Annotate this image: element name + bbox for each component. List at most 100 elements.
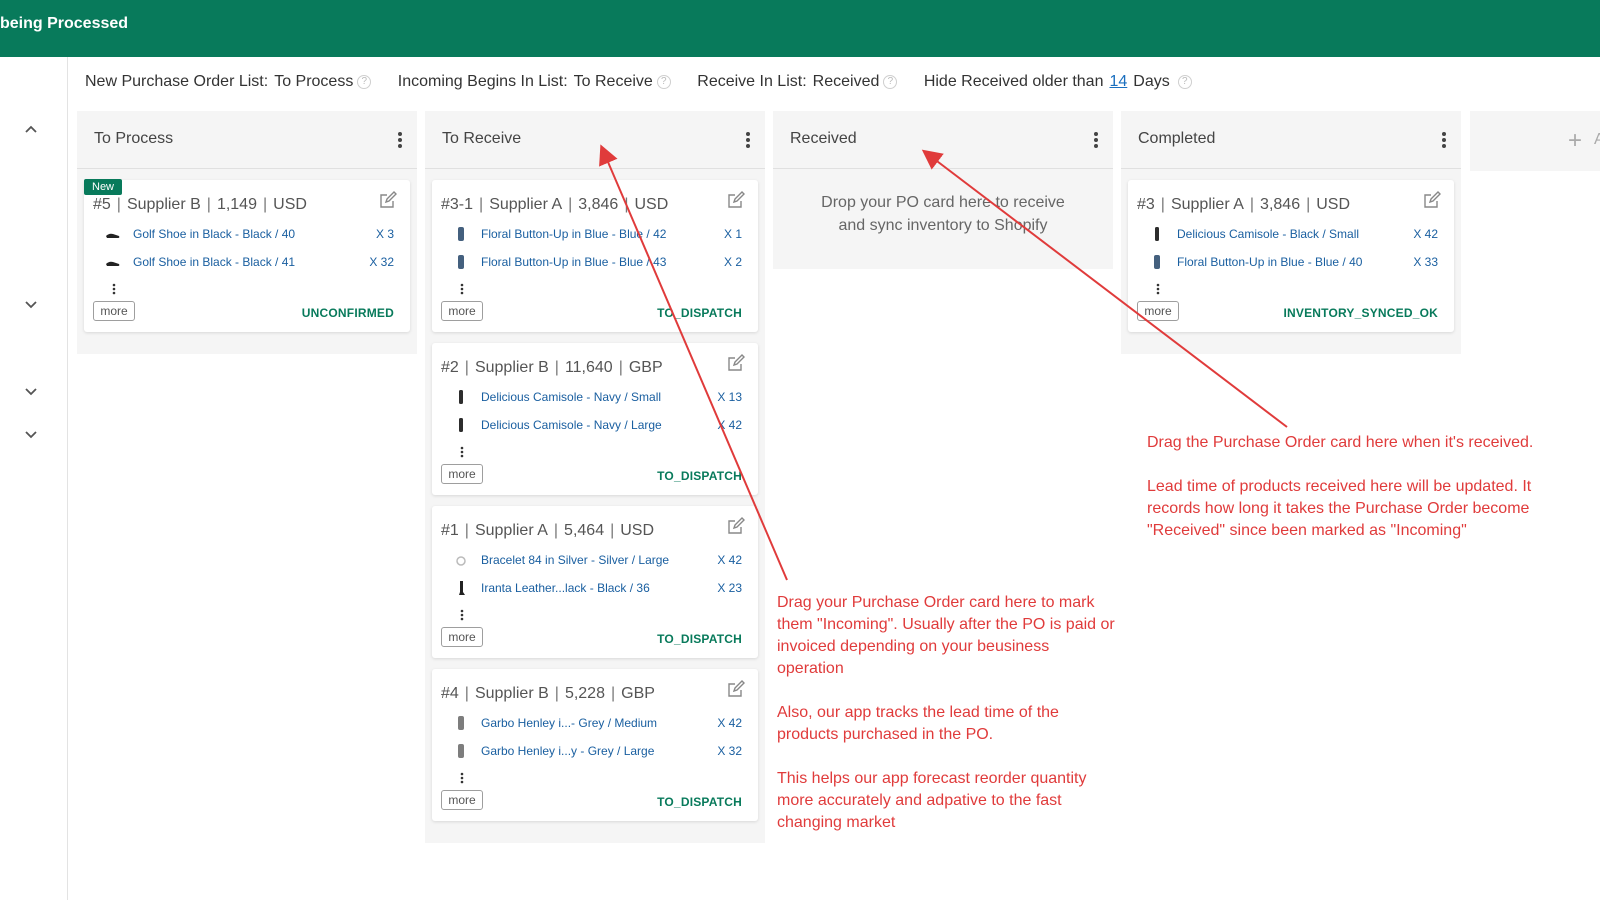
product-link[interactable]: Floral Button-Up in Blue - Blue / 40	[1177, 255, 1362, 269]
more-vert-icon[interactable]	[397, 131, 403, 149]
camisole-thumbnail-icon	[1148, 225, 1166, 243]
more-button[interactable]: more	[441, 627, 483, 647]
left-rail	[0, 57, 68, 900]
annotation-text: Lead time of products received here will…	[1147, 478, 1532, 539]
setting-value[interactable]: To Process	[274, 73, 353, 91]
more-button[interactable]: more	[1137, 301, 1179, 321]
annotation-text: This helps our app forecast reorder quan…	[777, 770, 1087, 831]
column-received[interactable]: Received Drop your PO card here to recei…	[773, 111, 1113, 269]
product-link[interactable]: Delicious Camisole - Black / Small	[1177, 227, 1359, 241]
more-button[interactable]: more	[441, 790, 483, 810]
po-card-header: #3 | Supplier A | 3,846 | USD	[1137, 196, 1351, 213]
product-link[interactable]: Golf Shoe in Black - Black / 40	[133, 227, 295, 241]
more-lines-icon	[460, 282, 464, 295]
column-to-receive[interactable]: To Receive #3-1 | Supplier A | 3,846 | USD Flo…	[425, 111, 765, 843]
henley-thumbnail-icon	[452, 714, 470, 732]
quantity: X 2	[723, 255, 742, 269]
help-icon[interactable]: ?	[1177, 75, 1192, 89]
edit-icon[interactable]	[726, 516, 746, 536]
po-card[interactable]: #3-1 | Supplier A | 3,846 | USD Floral Button-…	[432, 180, 758, 332]
product-link[interactable]: Floral Button-Up in Blue - Blue / 43	[481, 255, 666, 269]
po-card[interactable]: #2 | Supplier B | 11,640 | GBP Delicious Camis…	[432, 343, 758, 495]
chevron-down-icon[interactable]	[22, 425, 40, 443]
more-lines-icon	[112, 282, 116, 295]
po-line-item: Garbo Henley i...- Grey / Medium X 42	[452, 714, 742, 732]
column-header: To Receive	[425, 111, 765, 169]
product-link[interactable]: Iranta Leather...lack - Black / 36	[481, 581, 650, 595]
help-icon[interactable]: ?	[357, 75, 372, 89]
days-link[interactable]: 14	[1109, 73, 1127, 91]
edit-icon[interactable]	[726, 679, 746, 699]
henley-thumbnail-icon	[452, 742, 470, 760]
shirt-thumbnail-icon	[1148, 253, 1166, 271]
hide-received-setting: Hide Received older than 14 Days ?	[924, 73, 1192, 91]
days-unit: Days	[1133, 73, 1170, 90]
po-line-item: Floral Button-Up in Blue - Blue / 42 X 1	[452, 225, 742, 243]
add-column-button[interactable]: + A	[1470, 111, 1600, 171]
more-button[interactable]: more	[93, 301, 135, 321]
quantity: X 42	[717, 716, 742, 730]
setting-value[interactable]: Received	[813, 73, 880, 91]
product-link[interactable]: Garbo Henley i...- Grey / Medium	[481, 716, 657, 730]
product-link[interactable]: Floral Button-Up in Blue - Blue / 42	[481, 227, 666, 241]
supplier-name: Supplier A	[489, 196, 563, 213]
po-card[interactable]: #4 | Supplier B | 5,228 | GBP Garbo Henley i..…	[432, 669, 758, 821]
status-badge: UNCONFIRMED	[301, 306, 394, 320]
edit-icon[interactable]	[1422, 190, 1442, 210]
po-card-header: #5 | Supplier B | 1,149 | USD	[93, 196, 307, 213]
po-number: #3-1	[441, 196, 474, 213]
more-button[interactable]: more	[441, 464, 483, 484]
product-link[interactable]: Delicious Camisole - Navy / Large	[481, 418, 662, 432]
quantity: X 23	[717, 581, 742, 595]
column-completed[interactable]: Completed #3 | Supplier A | 3,846 | USD Delici…	[1121, 111, 1461, 354]
more-button[interactable]: more	[441, 301, 483, 321]
po-number: #3	[1137, 196, 1155, 213]
quantity: X 42	[1413, 227, 1438, 241]
status-badge: TO_DISPATCH	[657, 795, 742, 809]
po-card[interactable]: #1 | Supplier A | 5,464 | USD Bracelet 84 in S…	[432, 506, 758, 658]
chevron-down-icon[interactable]	[22, 382, 40, 400]
camisole-thumbnail-icon	[452, 388, 470, 406]
column-to-process[interactable]: To Process New #5 | Supplier B | 1,149 | USD G…	[77, 111, 417, 354]
po-card[interactable]: #3 | Supplier A | 3,846 | USD Delicious Camiso…	[1128, 180, 1454, 332]
column-title: To Process	[94, 130, 174, 147]
quantity: X 42	[717, 418, 742, 432]
setting-value[interactable]: To Receive	[574, 73, 653, 91]
edit-icon[interactable]	[726, 353, 746, 373]
help-icon[interactable]: ?	[883, 75, 898, 89]
edit-icon[interactable]	[726, 190, 746, 210]
po-currency: GBP	[621, 685, 655, 702]
quantity: X 32	[717, 744, 742, 758]
annotation-text: Drag your Purchase Order card here to ma…	[777, 594, 1115, 677]
po-amount: 1,149	[216, 196, 257, 213]
chevron-up-icon[interactable]	[22, 121, 40, 139]
status-badge: INVENTORY_SYNCED_OK	[1283, 306, 1438, 320]
help-icon[interactable]: ?	[656, 75, 671, 89]
setting-label: Hide Received older than	[923, 73, 1104, 90]
column-title: Received	[790, 130, 857, 147]
supplier-name: Supplier B	[126, 196, 201, 213]
po-currency: USD	[1316, 196, 1351, 213]
po-card[interactable]: New #5 | Supplier B | 1,149 | USD Golf Shoe in…	[84, 179, 410, 332]
more-vert-icon[interactable]	[1093, 131, 1099, 149]
po-card-header: #4 | Supplier B | 5,228 | GBP	[441, 685, 655, 702]
chevron-down-icon[interactable]	[22, 295, 40, 313]
incoming-list-setting: Incoming Begins In List: To Receive ?	[398, 73, 671, 91]
new-badge: New	[84, 179, 123, 195]
list-settings-bar: New Purchase Order List: To Process ? In…	[85, 73, 1214, 91]
supplier-name: Supplier A	[1170, 196, 1244, 213]
shoe-thumbnail-icon	[104, 225, 122, 243]
po-line-item: Bracelet 84 in Silver - Silver / Large X…	[452, 551, 742, 569]
edit-icon[interactable]	[378, 190, 398, 210]
page-title: being Processed	[0, 15, 129, 32]
product-link[interactable]: Bracelet 84 in Silver - Silver / Large	[481, 553, 669, 567]
annotation-text: Also, our app tracks the lead time of th…	[777, 704, 1059, 743]
quantity: X 3	[375, 227, 394, 241]
more-vert-icon[interactable]	[745, 131, 751, 149]
annotation-text: Drag the Purchase Order card here when i…	[1147, 434, 1534, 451]
more-vert-icon[interactable]	[1441, 131, 1447, 149]
product-link[interactable]: Garbo Henley i...y - Grey / Large	[481, 744, 654, 758]
product-link[interactable]: Delicious Camisole - Navy / Small	[481, 390, 661, 404]
supplier-name: Supplier A	[474, 522, 548, 539]
product-link[interactable]: Golf Shoe in Black - Black / 41	[133, 255, 295, 269]
